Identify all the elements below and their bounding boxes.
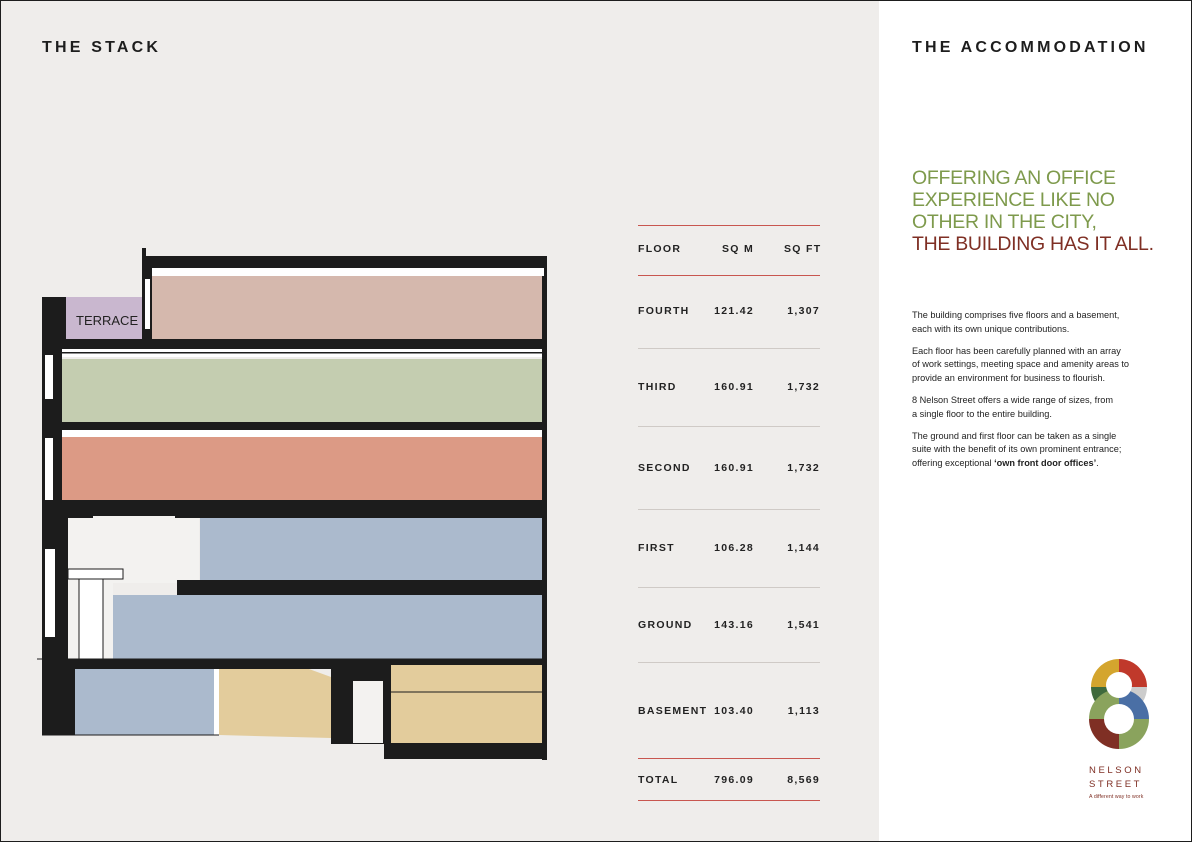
body-line: suite with the benefit of its own promin… [912,444,1122,455]
tagline-line: OTHER IN THE CITY, [912,211,1097,233]
row-sqft: 1,732 [787,462,820,474]
figure-eight-logo-icon [1089,659,1149,749]
brand-strapline: A different way to work [1089,794,1144,800]
entrance-glass [45,549,55,637]
row-rule [638,587,820,588]
row-sqm: 160.91 [714,462,754,474]
basement-wall-left [42,669,75,735]
row-floor: BASEMENT [638,705,708,717]
total-floor: TOTAL [638,774,679,786]
body-line: The ground and first floor can be taken … [912,430,1117,441]
tagline-line: EXPERIENCE LIKE NO [912,189,1115,211]
total-sqft: 8,569 [787,774,820,786]
total-bottom-rule [638,800,820,801]
ground-floor-area [113,595,542,659]
tagline-line: OFFERING AN OFFICE [912,167,1116,189]
header-sqft: SQ FT [784,243,822,255]
row-floor: THIRD [638,381,677,393]
row-sqm: 103.40 [714,705,754,717]
table-top-rule [638,225,820,226]
basement-tan-left [219,669,331,738]
slab-3-2 [42,422,546,430]
slab-3-2-white [56,430,542,437]
slab-2-1 [42,500,546,518]
row-sqft: 1,541 [787,619,820,631]
fourth-floor-bg [142,268,544,276]
body-copy: The building comprises five floors and a… [912,309,1152,479]
paragraph: Each floor has been carefully planned wi… [912,345,1152,386]
first-floor-area [200,518,542,580]
third-floor-area [62,359,542,422]
left-wall-upper [42,297,66,343]
row-floor: FIRST [638,542,675,554]
body-line: . [1096,457,1099,468]
accommodation-heading: THE ACCOMMODATION [912,39,1149,56]
paragraph: The building comprises five floors and a… [912,309,1152,336]
body-line: a single floor to the entire building. [912,408,1052,419]
brand-name: STREET [1089,779,1143,790]
row-floor: SECOND [638,462,691,474]
row-sqm: 106.28 [714,542,754,554]
tagline-line-accent: THE BUILDING HAS IT ALL. [912,233,1154,255]
second-floor-area [62,437,542,500]
row-rule [638,426,820,427]
header-rule [638,275,820,276]
row-sqft: 1,113 [787,705,820,717]
basement-blue [75,669,214,735]
third-floor-window [45,355,53,399]
body-line: provide an environment for business to f… [912,372,1106,383]
total-sqm: 796.09 [714,774,754,786]
row-sqm: 160.91 [714,381,754,393]
row-rule [638,348,820,349]
row-rule [638,662,820,663]
total-top-rule [638,758,820,759]
body-emphasis: ‘own front door offices’ [994,457,1097,468]
row-sqft: 1,144 [787,542,820,554]
terrace-label: TERRACE [76,313,138,328]
paragraph: 8 Nelson Street offers a wide range of s… [912,394,1152,421]
row-floor: GROUND [638,619,693,631]
brochure-page: THE STACK THE ACCOMMODATION TERRACE FLOO… [0,0,1192,842]
header-sqm: SQ M [721,243,754,255]
roof-slab [142,256,546,268]
entrance-door [78,578,104,660]
row-sqft: 1,307 [787,305,820,317]
body-line: Each floor has been carefully planned wi… [912,345,1121,356]
paragraph: The ground and first floor can be taken … [912,430,1152,471]
body-line: each with its own unique contributions. [912,323,1070,334]
row-sqm: 143.16 [714,619,754,631]
header-floor: FLOOR [638,243,682,255]
fourth-floor-area [152,276,542,343]
entrance-canopy [67,568,124,580]
body-line: of work settings, meeting space and amen… [912,359,1130,370]
slab-4-3 [42,339,546,349]
second-floor-window [45,438,53,508]
row-rule [638,509,820,510]
body-line: offering exceptional [912,457,995,468]
basement-stair [353,681,383,743]
slab-1-g [177,580,546,595]
row-sqm: 121.42 [714,305,754,317]
brand-name: NELSON [1089,765,1144,776]
body-line: The building comprises five floors and a… [912,310,1120,320]
basement-floor [384,743,546,759]
row-sqft: 1,732 [787,381,820,393]
tagline: OFFERING AN OFFICE EXPERIENCE LIKE NO OT… [912,167,1154,255]
terrace-glass [145,279,150,329]
body-line: 8 Nelson Street offers a wide range of s… [912,394,1114,405]
row-floor: FOURTH [638,305,690,317]
